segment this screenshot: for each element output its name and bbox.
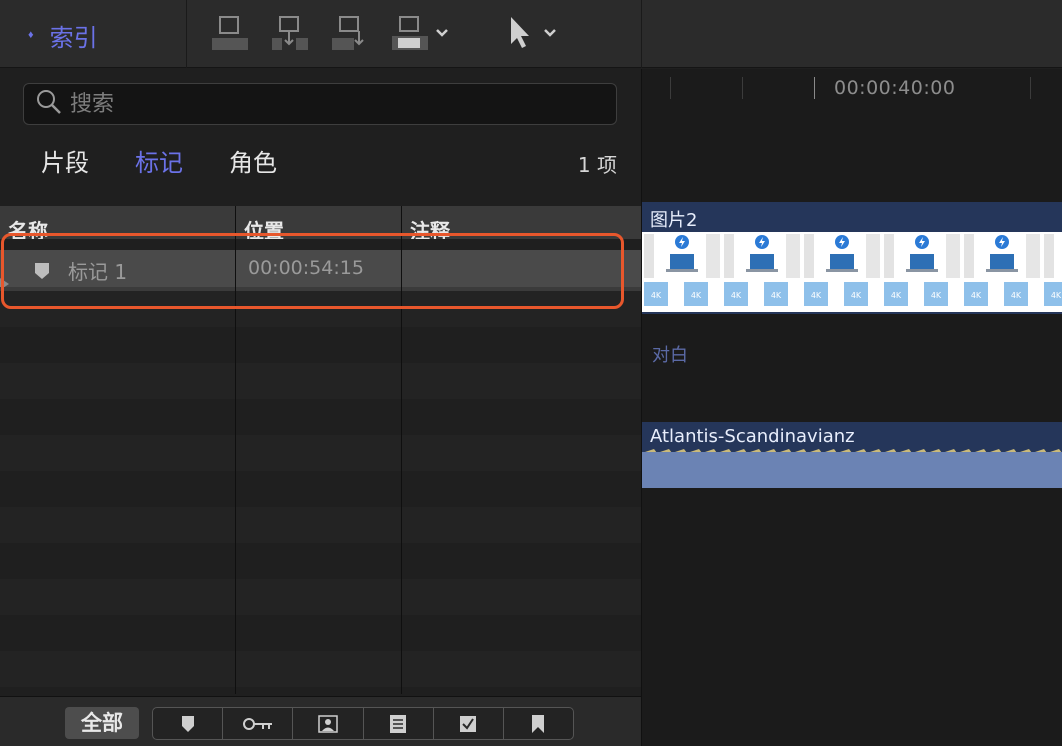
append-clip-icon[interactable] xyxy=(332,14,370,54)
tab-roles[interactable]: 角色 xyxy=(229,143,277,178)
index-button[interactable]: ♦ 索引 xyxy=(28,18,98,52)
video-clip[interactable]: 图片2 4K4K4K4K4K4K4K4K4K4K4K4K xyxy=(642,202,1062,314)
filmstrip-frame: 4K 4K xyxy=(882,232,962,312)
filmstrip-frame: 4K 4K xyxy=(642,232,722,312)
filmstrip-frame: 4K 4K xyxy=(802,232,882,312)
top-toolbar: ♦ 索引 xyxy=(0,0,1062,68)
index-tabs: 片段 标记 角色 xyxy=(41,143,277,178)
table-header: 名称 位置 注释 xyxy=(0,206,641,239)
person-filter-icon[interactable] xyxy=(293,708,364,739)
filmstrip-frame: 4K4K xyxy=(1042,232,1062,312)
audio-waveform-body xyxy=(642,452,1062,488)
timeline-area[interactable]: 00:00:40:00 图片2 4K4K4K4K4K4K4K4K4K4K4K4K… xyxy=(641,69,1062,746)
connect-clip-icon[interactable] xyxy=(212,14,250,54)
diamond-icon: ♦ xyxy=(28,29,34,41)
table-stripe xyxy=(0,291,641,327)
keyword-filter-icon[interactable] xyxy=(223,708,294,739)
column-header-position[interactable]: 位置 xyxy=(244,212,284,239)
table-stripe xyxy=(0,399,641,435)
table-stripe xyxy=(0,363,641,399)
svg-text:4K: 4K xyxy=(811,291,822,300)
insert-clip-icon[interactable] xyxy=(272,14,310,54)
overwrite-clip-icon[interactable] xyxy=(392,14,452,54)
show-all-button[interactable]: 全部 xyxy=(65,707,139,739)
table-row[interactable]: 标记 1 00:00:54:15 xyxy=(0,250,641,290)
dialogue-lane-label: 对白 xyxy=(652,345,688,366)
video-filmstrip: 4K4K4K4K4K4K4K4K4K4K4K4K xyxy=(642,232,1062,312)
column-header-name[interactable]: 名称 xyxy=(8,212,48,239)
search-input[interactable] xyxy=(70,91,590,117)
table-stripe xyxy=(0,579,641,615)
timeline-index-panel: 片段 标记 角色 1 项 名称 位置 注释 标记 1 00:00:54:15 xyxy=(0,69,641,746)
table-stripe xyxy=(0,543,641,579)
ruler-tick xyxy=(742,77,743,99)
search-icon xyxy=(36,89,62,120)
marker-icon xyxy=(34,262,50,285)
marker-filter-icon[interactable] xyxy=(153,708,224,739)
bookmark-filter-icon[interactable] xyxy=(504,708,573,739)
tab-markers[interactable]: 标记 xyxy=(135,143,183,178)
ruler-timecode: 00:00:40:00 xyxy=(834,77,956,99)
item-count: 1 项 xyxy=(577,153,617,177)
filmstrip-frame: 4K 4K xyxy=(722,232,802,312)
column-header-notes[interactable]: 注释 xyxy=(410,212,450,239)
table-stripe xyxy=(0,507,641,543)
svg-text:4K: 4K xyxy=(851,291,862,300)
svg-text:4K: 4K xyxy=(731,291,742,300)
svg-text:4K: 4K xyxy=(1051,291,1062,300)
table-stripe xyxy=(0,471,641,507)
table-stripe xyxy=(0,435,641,471)
svg-text:4K: 4K xyxy=(651,291,662,300)
ruler-tick xyxy=(814,77,815,99)
svg-text:4K: 4K xyxy=(931,291,942,300)
audio-clip-title: Atlantis-Scandinavianz xyxy=(650,426,855,447)
select-tool-icon[interactable] xyxy=(508,14,568,54)
toolbar-divider xyxy=(186,0,187,68)
svg-text:4K: 4K xyxy=(891,291,902,300)
column-divider[interactable] xyxy=(401,206,402,694)
column-divider[interactable] xyxy=(235,206,236,694)
tab-clips[interactable]: 片段 xyxy=(41,143,89,178)
search-field[interactable] xyxy=(23,83,617,125)
filter-buttons xyxy=(152,707,574,740)
audio-clip[interactable]: Atlantis-Scandinavianz xyxy=(642,422,1062,488)
toolbar-divider xyxy=(641,0,642,68)
svg-text:4K: 4K xyxy=(771,291,782,300)
video-clip-title: 图片2 xyxy=(650,210,698,231)
row-separator xyxy=(0,287,641,291)
filter-bar: 全部 xyxy=(0,696,641,746)
marker-name: 标记 1 xyxy=(68,260,128,284)
completed-filter-icon[interactable] xyxy=(434,708,504,739)
todo-filter-icon[interactable] xyxy=(364,708,434,739)
svg-text:4K: 4K xyxy=(1011,291,1022,300)
svg-text:4K: 4K xyxy=(691,291,702,300)
table-stripe xyxy=(0,651,641,687)
marker-table: 名称 位置 注释 标记 1 00:00:54:15 xyxy=(0,206,641,694)
svg-text:4K: 4K xyxy=(971,291,982,300)
marker-position: 00:00:54:15 xyxy=(248,257,364,279)
table-stripe xyxy=(0,615,641,651)
index-label: 索引 xyxy=(49,23,98,52)
filmstrip-frame: 4K 4K xyxy=(962,232,1042,312)
ruler-tick xyxy=(670,77,671,99)
time-ruler[interactable]: 00:00:40:00 xyxy=(642,69,1062,109)
ruler-tick xyxy=(1030,77,1031,99)
table-stripe xyxy=(0,327,641,363)
